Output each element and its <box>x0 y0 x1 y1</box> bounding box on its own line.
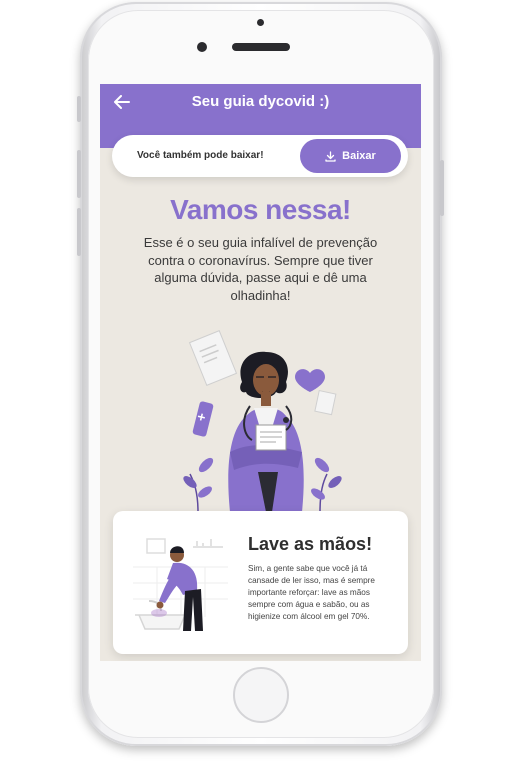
phone-power-button <box>440 160 444 216</box>
download-bar: Você também pode baixar! Baixar <box>112 135 408 177</box>
tip-card: Lave as mãos! Sim, a gente sabe que você… <box>113 511 408 654</box>
hand-sanitizer <box>192 401 214 437</box>
download-icon <box>325 150 336 162</box>
card-text: Sim, a gente sabe que você já tá cansade… <box>248 564 375 621</box>
clipboard-paper-left <box>188 330 238 386</box>
phone-speaker <box>232 43 290 51</box>
heart-icon <box>295 369 325 392</box>
doctor-illustration <box>183 330 342 512</box>
card-title: Lave as mãos! <box>248 534 373 554</box>
plant-right <box>311 457 342 512</box>
app-screen: Seu guia dycovid :) Você também pode bai… <box>100 84 421 661</box>
download-prompt: Você também pode baixar! <box>137 150 264 161</box>
hero-heading: Vamos nessa! <box>170 194 351 225</box>
phone-camera <box>197 42 207 52</box>
page-title: Seu guia dycovid :) <box>191 93 330 110</box>
plant-left <box>183 457 214 512</box>
phone-sensor <box>257 19 264 26</box>
handwashing-illustration <box>133 533 228 633</box>
phone-home-button[interactable] <box>233 667 289 723</box>
phone-side-button <box>77 96 81 122</box>
doctor-figure <box>228 351 304 512</box>
phone-volume-down-button <box>77 208 81 256</box>
phone-volume-up-button <box>77 150 81 198</box>
paper-right <box>314 389 337 416</box>
hero-intro: Esse é o seu guia infalível de prevenção… <box>143 235 378 303</box>
download-button[interactable]: Baixar <box>300 139 401 173</box>
download-button-label: Baixar <box>342 150 376 162</box>
